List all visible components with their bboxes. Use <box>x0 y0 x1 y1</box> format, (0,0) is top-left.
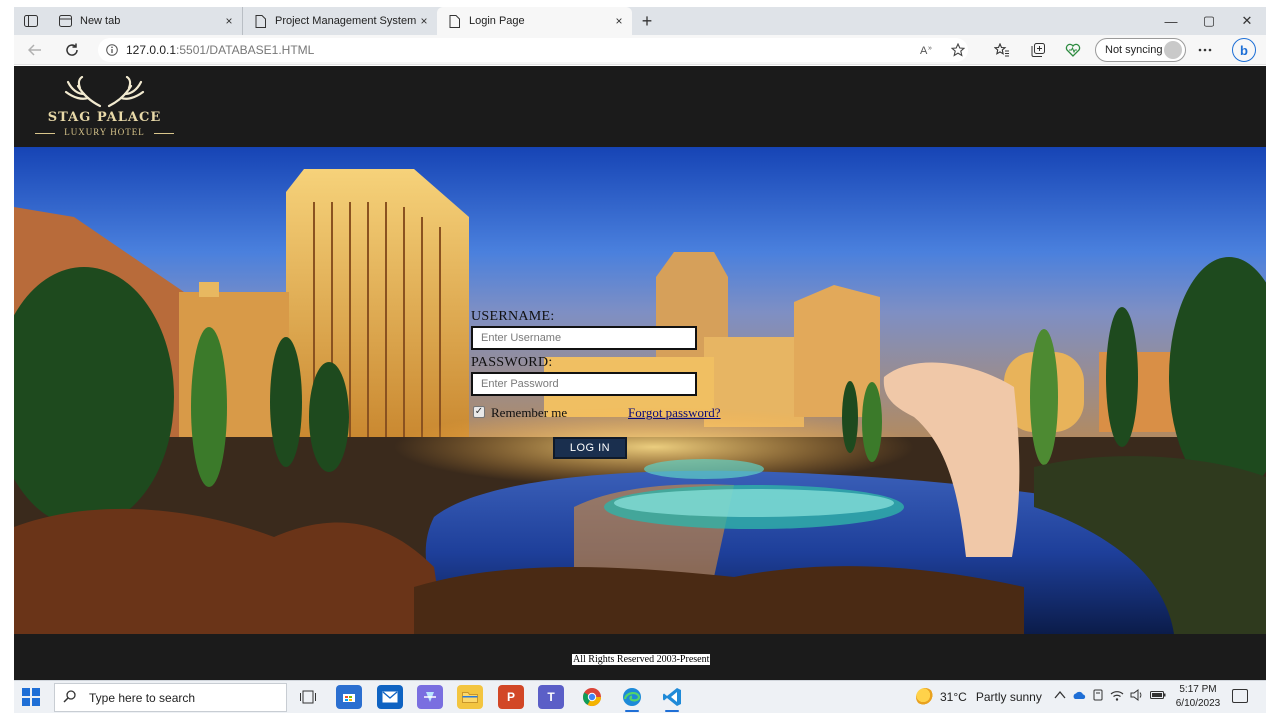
url-path: :5501/DATABASE1.HTML <box>176 43 315 57</box>
minimize-button[interactable]: — <box>1152 7 1190 35</box>
clock-date: 6/10/2023 <box>1175 698 1221 709</box>
logo-title: STAG PALACE <box>47 110 162 125</box>
system-tray <box>1054 689 1166 704</box>
username-label: USERNAME: <box>471 309 555 324</box>
taskbar-search[interactable]: Type here to search <box>54 683 287 712</box>
more-icon[interactable] <box>1194 40 1216 60</box>
hotel-logo[interactable]: STAG PALACE LUXURY HOTEL <box>32 75 177 140</box>
file-explorer-icon[interactable] <box>457 685 483 709</box>
remember-row: ✓ Remember me Forgot password? <box>471 403 741 423</box>
onedrive-icon[interactable] <box>1072 689 1086 704</box>
browser-tab-bar: New tab × Project Management System × Lo… <box>14 7 1266 35</box>
remember-checkbox[interactable]: ✓ <box>473 406 485 418</box>
url-host: 127.0.0.1 <box>126 43 177 57</box>
search-icon <box>63 689 77 706</box>
document-icon <box>447 14 461 28</box>
login-form: USERNAME: PASSWORD: ✓ Remember me Forgot… <box>471 309 741 459</box>
favorite-star-icon[interactable] <box>947 40 969 60</box>
tab-new-tab[interactable]: New tab × <box>48 7 242 35</box>
password-input[interactable] <box>471 372 697 396</box>
web-page: STAG PALACE LUXURY HOTEL USERNAME: Enter… <box>14 66 1266 680</box>
back-arrow-icon[interactable] <box>24 40 46 60</box>
username-input[interactable] <box>471 326 697 350</box>
taskbar-clock[interactable]: 5:17 PM 6/10/2023 <box>1170 683 1226 711</box>
browser-essentials-icon[interactable] <box>1062 40 1084 60</box>
hero-background: USERNAME: PASSWORD: ✓ Remember me Forgot… <box>14 147 1266 634</box>
collections-icon[interactable] <box>1027 40 1049 60</box>
not-syncing-button[interactable]: Not syncing <box>1095 38 1186 62</box>
powerpoint-icon[interactable]: P <box>498 685 524 709</box>
volume-icon[interactable] <box>1130 689 1144 704</box>
tab-actions-icon[interactable] <box>14 7 48 35</box>
task-view-icon[interactable] <box>295 685 321 709</box>
site-footer: All Rights Reserved 2003-Present <box>14 634 1266 680</box>
maximize-button[interactable]: ▢ <box>1190 7 1228 35</box>
close-tab-icon[interactable]: × <box>612 14 626 28</box>
store-icon[interactable] <box>336 685 362 709</box>
windows-taskbar: Type here to search P T 31°C Partly sunn… <box>14 680 1266 713</box>
clock-time: 5:17 PM <box>1179 684 1217 695</box>
forgot-password-link[interactable]: Forgot password? <box>628 405 721 421</box>
window-controls: — ▢ ✕ <box>1152 7 1266 35</box>
close-window-button[interactable]: ✕ <box>1228 7 1266 35</box>
left-gutter <box>0 0 14 720</box>
wifi-icon[interactable] <box>1110 689 1124 704</box>
refresh-icon[interactable] <box>61 40 83 60</box>
address-toolbar: 127.0.0.1:5501/DATABASE1.HTML A» Not syn… <box>14 35 1266 65</box>
profile-avatar <box>1164 41 1182 59</box>
network-icon[interactable] <box>1092 689 1104 704</box>
favorites-icon[interactable] <box>991 40 1013 60</box>
copilot-icon[interactable] <box>417 685 443 709</box>
tab-label: Login Page <box>469 15 525 27</box>
notification-icon[interactable] <box>1232 689 1248 703</box>
screen: New tab × Project Management System × Lo… <box>0 0 1280 720</box>
weather-widget[interactable]: 31°C Partly sunny <box>916 688 1042 706</box>
svg-text:A: A <box>920 45 928 56</box>
tab-login-page[interactable]: Login Page × <box>437 7 632 35</box>
chrome-icon[interactable] <box>579 685 605 709</box>
site-header: STAG PALACE LUXURY HOTEL <box>14 66 1266 147</box>
login-button[interactable]: LOG IN <box>553 437 627 459</box>
battery-icon[interactable] <box>1150 689 1166 704</box>
weather-desc: Partly sunny <box>975 690 1042 704</box>
url-text: 127.0.0.1:5501/DATABASE1.HTML <box>126 43 314 57</box>
tab-project-management-system[interactable]: Project Management System × <box>242 7 437 35</box>
svg-text:»: » <box>928 45 932 52</box>
right-gutter <box>1266 0 1280 720</box>
bing-icon[interactable]: b <box>1232 38 1256 62</box>
password-label: PASSWORD: <box>471 355 553 370</box>
read-aloud-icon[interactable]: A» <box>916 40 938 60</box>
stag-antlers-icon <box>64 75 145 108</box>
mail-icon[interactable] <box>377 685 403 709</box>
weather-icon <box>916 688 934 706</box>
tab-label: New tab <box>80 15 121 27</box>
newtab-page-icon <box>58 14 72 28</box>
copyright-text: All Rights Reserved 2003-Present <box>572 654 711 665</box>
logo-subtitle: LUXURY HOTEL <box>64 127 145 137</box>
sync-label: Not syncing <box>1105 44 1163 56</box>
weather-temp: 31°C <box>940 690 967 704</box>
search-placeholder: Type here to search <box>89 690 196 705</box>
info-icon[interactable] <box>98 44 126 56</box>
document-icon <box>253 14 267 28</box>
close-tab-icon[interactable]: × <box>417 14 431 28</box>
teams-icon[interactable]: T <box>538 685 564 709</box>
chevron-up-icon[interactable] <box>1054 689 1066 704</box>
tab-label: Project Management System <box>275 15 417 27</box>
new-tab-button[interactable]: + <box>632 7 662 35</box>
windows-start-icon[interactable] <box>22 688 40 706</box>
edge-icon[interactable] <box>619 685 645 712</box>
close-tab-icon[interactable]: × <box>222 14 236 28</box>
url-bar[interactable]: 127.0.0.1:5501/DATABASE1.HTML <box>98 38 968 62</box>
remember-label: Remember me <box>491 405 568 420</box>
vscode-icon[interactable] <box>659 685 685 712</box>
